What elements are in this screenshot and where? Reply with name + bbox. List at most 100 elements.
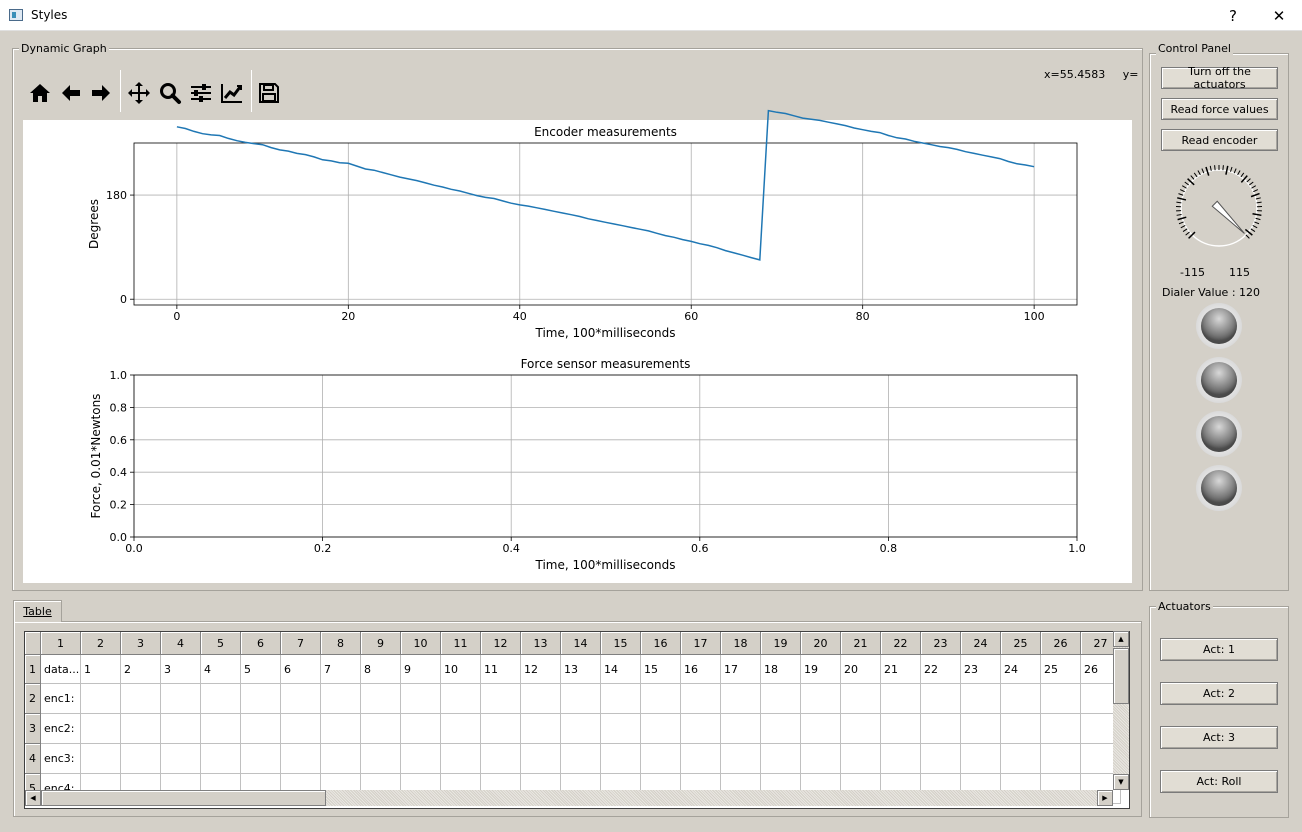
table-row-header[interactable]: 4 <box>25 744 41 774</box>
table-cell[interactable] <box>281 714 321 744</box>
table-cell[interactable] <box>281 744 321 774</box>
table-cell[interactable] <box>721 684 761 714</box>
scroll-down-icon[interactable]: ▼ <box>1113 774 1129 790</box>
table-column-header[interactable]: 16 <box>641 632 681 655</box>
table-cell[interactable] <box>721 744 761 774</box>
act-2-button[interactable]: Act: 2 <box>1160 682 1278 705</box>
table-cell[interactable]: 9 <box>401 655 441 684</box>
table-column-header[interactable]: 15 <box>601 632 641 655</box>
table-column-header[interactable]: 20 <box>801 632 841 655</box>
scroll-right-icon[interactable]: ▶ <box>1097 790 1113 806</box>
table-cell[interactable] <box>401 714 441 744</box>
table-cell[interactable] <box>841 684 881 714</box>
table-cell[interactable]: 10 <box>441 655 481 684</box>
table-cell[interactable] <box>1041 714 1081 744</box>
table-cell[interactable] <box>361 714 401 744</box>
table-column-header[interactable]: 10 <box>401 632 441 655</box>
table-cell[interactable] <box>241 714 281 744</box>
table-cell[interactable] <box>841 714 881 744</box>
table-cell[interactable] <box>481 714 521 744</box>
table-cell[interactable] <box>601 714 641 744</box>
horizontal-scrollbar[interactable]: ◀ ▶ <box>25 790 1113 806</box>
table-column-header[interactable]: 12 <box>481 632 521 655</box>
horizontal-scroll-thumb[interactable] <box>41 790 326 806</box>
table-cell[interactable]: 20 <box>841 655 881 684</box>
table-column-header[interactable]: 3 <box>121 632 161 655</box>
table-cell[interactable] <box>641 744 681 774</box>
table-cell[interactable]: 8 <box>361 655 401 684</box>
table-cell[interactable]: 16 <box>681 655 721 684</box>
table-cell[interactable]: 15 <box>641 655 681 684</box>
table-cell[interactable] <box>521 744 561 774</box>
table-column-header[interactable]: 18 <box>721 632 761 655</box>
table-column-header[interactable]: 5 <box>201 632 241 655</box>
table-cell[interactable]: data... <box>41 655 81 684</box>
table-column-header[interactable]: 1 <box>41 632 81 655</box>
table-column-header[interactable]: 13 <box>521 632 561 655</box>
tab-table[interactable]: Table <box>13 600 62 622</box>
table-cell[interactable] <box>481 744 521 774</box>
table-cell[interactable] <box>121 744 161 774</box>
table-column-header[interactable]: 8 <box>321 632 361 655</box>
table-column-header[interactable]: 21 <box>841 632 881 655</box>
table-cell[interactable] <box>321 744 361 774</box>
scroll-up-icon[interactable]: ▲ <box>1113 631 1129 647</box>
table-cell[interactable]: 21 <box>881 655 921 684</box>
table-cell[interactable] <box>761 714 801 744</box>
scroll-left-icon[interactable]: ◀ <box>25 790 41 806</box>
table-cell[interactable]: 7 <box>321 655 361 684</box>
table-cell[interactable] <box>801 714 841 744</box>
table-cell[interactable]: 6 <box>281 655 321 684</box>
table-cell[interactable]: 14 <box>601 655 641 684</box>
turn-off-actuators-button[interactable]: Turn off the actuators <box>1161 65 1278 91</box>
table-cell[interactable]: 2 <box>121 655 161 684</box>
table-column-header[interactable]: 25 <box>1001 632 1041 655</box>
table-cell[interactable] <box>401 744 441 774</box>
table-column-header[interactable]: 19 <box>761 632 801 655</box>
table-cell[interactable] <box>361 744 401 774</box>
table-cell[interactable] <box>601 684 641 714</box>
table-cell[interactable] <box>1041 684 1081 714</box>
vertical-scrollbar[interactable]: ▼ <box>1113 632 1129 790</box>
table-cell[interactable]: 17 <box>721 655 761 684</box>
table-cell[interactable] <box>281 684 321 714</box>
table-column-header[interactable]: 2 <box>81 632 121 655</box>
table-cell[interactable] <box>681 744 721 774</box>
table-cell[interactable] <box>761 744 801 774</box>
table-cell[interactable] <box>1041 744 1081 774</box>
data-table[interactable]: 1 2 3 4 5 6 7 8 9 10 11 12 13 14 15 16 17 18 19 20 21 22 23 24 2… <box>24 631 1130 809</box>
table-cell[interactable]: 25 <box>1041 655 1081 684</box>
table-column-header[interactable]: 23 <box>921 632 961 655</box>
table-column-header[interactable]: 4 <box>161 632 201 655</box>
table-cell[interactable] <box>361 684 401 714</box>
table-row-header[interactable]: 1 <box>25 655 41 684</box>
table-cell[interactable] <box>161 744 201 774</box>
table-cell[interactable] <box>441 714 481 744</box>
table-column-header[interactable]: 17 <box>681 632 721 655</box>
table-cell[interactable] <box>81 744 121 774</box>
table-cell[interactable]: 23 <box>961 655 1001 684</box>
table-cell[interactable] <box>441 744 481 774</box>
table-cell[interactable] <box>1001 684 1041 714</box>
table-cell[interactable] <box>481 684 521 714</box>
table-cell[interactable]: 22 <box>921 655 961 684</box>
table-cell[interactable] <box>521 684 561 714</box>
table-cell[interactable] <box>161 684 201 714</box>
table-cell[interactable]: 11 <box>481 655 521 684</box>
table-cell[interactable] <box>321 714 361 744</box>
table-cell[interactable]: enc2: <box>41 714 81 744</box>
table-column-header[interactable]: 22 <box>881 632 921 655</box>
table-column-header[interactable]: 14 <box>561 632 601 655</box>
table-cell[interactable]: 24 <box>1001 655 1041 684</box>
dial-knob[interactable] <box>1164 158 1274 262</box>
table-cell[interactable]: 5 <box>241 655 281 684</box>
table-cell[interactable] <box>681 714 721 744</box>
table-cell[interactable] <box>961 684 1001 714</box>
table-cell[interactable] <box>81 714 121 744</box>
table-cell[interactable] <box>961 714 1001 744</box>
table-cell[interactable] <box>81 684 121 714</box>
table-cell[interactable] <box>241 744 281 774</box>
table-cell[interactable]: 3 <box>161 655 201 684</box>
table-row-header[interactable]: 3 <box>25 714 41 744</box>
table-column-header[interactable]: 6 <box>241 632 281 655</box>
